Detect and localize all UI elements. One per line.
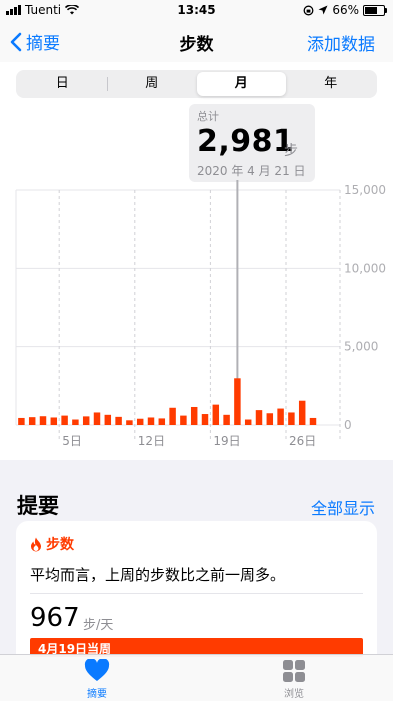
- data-bar: [158, 418, 166, 425]
- average-value: 967: [30, 603, 80, 633]
- tab-browse-label: 浏览: [284, 689, 304, 700]
- data-bar: [147, 417, 155, 425]
- status-bar: Tuenti 13:45 66%: [0, 0, 393, 20]
- data-bar: [266, 413, 274, 425]
- tooltip-unit: 步: [284, 143, 298, 159]
- data-bar: [212, 404, 220, 425]
- tab-summary-label: 摘要: [87, 689, 107, 700]
- x-tick-label: 19日: [213, 434, 240, 448]
- card-divider: [30, 593, 363, 594]
- data-bar: [126, 420, 133, 425]
- data-bar: [190, 406, 198, 425]
- add-data-button[interactable]: 添加数据: [307, 30, 375, 55]
- grid-icon: [283, 660, 305, 682]
- segment-year[interactable]: 年: [287, 72, 376, 96]
- tooltip-label: 总计: [197, 110, 219, 123]
- segment-week[interactable]: 周: [108, 72, 197, 96]
- card-description: 平均而言，上周的步数比之前一周多。: [30, 566, 286, 584]
- data-bar: [28, 417, 36, 425]
- card-category-label: 步数: [46, 537, 74, 553]
- segment-month[interactable]: 月: [197, 72, 286, 96]
- data-bar: [136, 418, 144, 425]
- data-bar: [39, 416, 47, 425]
- data-bar: [115, 416, 122, 425]
- data-bar: [104, 414, 112, 425]
- average-unit: 步/天: [83, 618, 114, 633]
- segment-day[interactable]: 日: [18, 72, 107, 96]
- x-tick-label: 26日: [289, 434, 316, 448]
- time-range-segmented-control: 日 周 月 年: [16, 70, 377, 98]
- battery-percent: 66%: [332, 3, 359, 17]
- data-bar: [169, 407, 176, 425]
- data-bar: [72, 419, 79, 425]
- tab-browse[interactable]: 浏览: [264, 659, 324, 700]
- x-tick-label: 12日: [138, 434, 165, 448]
- selection-tooltip: 总计 2,981 步 2020 年 4 月 21 日: [189, 104, 315, 182]
- data-bar: [82, 416, 90, 425]
- battery-icon: [363, 4, 387, 16]
- data-bar: [93, 412, 101, 425]
- data-bar: [201, 414, 209, 425]
- location-icon: [318, 5, 328, 15]
- data-bar: [234, 378, 241, 425]
- heart-icon: [84, 659, 110, 681]
- x-tick-label: 5日: [62, 434, 82, 448]
- data-bar: [244, 419, 252, 425]
- data-bar: [50, 417, 58, 425]
- show-all-link[interactable]: 全部显示: [311, 495, 375, 519]
- steps-bar-chart[interactable]: 15,000 10,000 5,000 0 5日 12日 19日 26日: [0, 180, 393, 455]
- status-right: 66%: [303, 3, 387, 17]
- navigation-bar: 摘要 步数 添加数据: [0, 20, 393, 62]
- flame-icon: [31, 537, 41, 551]
- data-bar: [223, 414, 230, 425]
- card-category: 步数: [30, 534, 74, 554]
- y-tick-label: 0: [344, 418, 352, 432]
- y-tick-label: 15,000: [344, 183, 386, 197]
- data-bar: [61, 415, 68, 425]
- data-bar: [309, 417, 317, 425]
- data-bar: [277, 408, 284, 425]
- data-bar: [288, 412, 295, 425]
- tab-summary[interactable]: 摘要: [67, 659, 127, 700]
- rotation-lock-icon: [303, 5, 314, 15]
- tooltip-value: 2,981: [197, 124, 295, 159]
- data-bar: [18, 417, 25, 425]
- summary-heading: 提要: [17, 494, 59, 518]
- data-bar: [180, 415, 187, 425]
- tooltip-date: 2020 年 4 月 21 日: [197, 164, 306, 178]
- data-bar: [255, 410, 263, 425]
- y-tick-label: 5,000: [344, 340, 378, 354]
- tab-bar: 摘要 浏览: [0, 654, 393, 701]
- y-tick-label: 10,000: [344, 261, 386, 275]
- data-bar: [298, 400, 306, 425]
